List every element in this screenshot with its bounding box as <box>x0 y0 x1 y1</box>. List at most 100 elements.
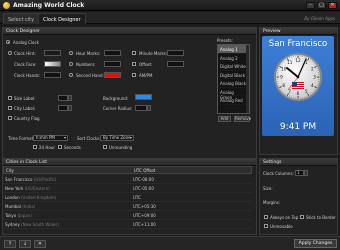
utc-offset: UTC+09:00 <box>133 213 156 218</box>
tab-clock-designer[interactable]: Clock Designer <box>38 13 86 24</box>
time-format-label: Time Format: <box>8 136 35 141</box>
utc-offset: UTC+11:00 <box>133 222 156 227</box>
tab-select-city[interactable]: Select city <box>3 13 40 24</box>
clock-hint-label: Clock Hint: <box>14 51 36 56</box>
move-up-button[interactable]: ↑ <box>4 240 16 248</box>
table-row[interactable]: Sydney (New South Wales) UTC+11:00 <box>3 220 252 229</box>
second-hand-radio[interactable] <box>69 73 73 77</box>
numbers-radio[interactable] <box>69 62 73 66</box>
presets-list[interactable]: Analog 1 Analog 2 Digital White Digital … <box>217 44 250 114</box>
clock-designer-header: Clock Designer <box>3 28 256 35</box>
preset-item[interactable]: Analog Black <box>218 79 249 88</box>
clock-hint-swatch[interactable] <box>44 50 61 56</box>
corner-radius-field[interactable] <box>135 105 147 111</box>
flag-stripe <box>292 86 304 87</box>
utc-offset: UTC-05:00 <box>133 186 154 191</box>
clock-columns-label: Clock Columns: <box>263 171 294 176</box>
background-swatch[interactable] <box>135 94 152 100</box>
ampm-checkbox[interactable] <box>132 73 136 77</box>
hour-marks-swatch[interactable] <box>104 50 121 56</box>
utc-offset: UTC-08:00 <box>133 177 154 182</box>
unmovable-checkbox[interactable] <box>264 224 268 228</box>
clock-hands-label: Clock Hands: <box>14 73 41 78</box>
preset-item[interactable]: Analog Red <box>218 96 249 105</box>
preset-item[interactable]: Analog Green <box>218 88 249 100</box>
minimize-button[interactable]: – <box>306 2 315 9</box>
clock-columns-field[interactable]: 1 <box>295 170 304 176</box>
clock-number: 7 <box>288 89 291 94</box>
ampm-label: AM/PM <box>139 73 153 78</box>
table-row[interactable]: New York (US/Eastern) UTC-05:00 <box>3 184 252 193</box>
column-header-utc-offset[interactable]: UTC Offset <box>134 168 155 173</box>
move-down-button[interactable]: ↓ <box>19 240 31 248</box>
table-row[interactable]: Mumbai (India) UTC+05:30 <box>3 202 252 211</box>
presets-scrollbar[interactable] <box>246 45 249 113</box>
hour-marks-radio[interactable] <box>69 51 73 55</box>
sort-clocks-value: By Time Zone <box>103 135 131 140</box>
offset-checkbox[interactable] <box>132 62 136 66</box>
remove-city-button[interactable]: ✕ <box>34 240 46 248</box>
stick-to-border-checkbox[interactable] <box>300 215 304 219</box>
analog-clock-radio[interactable] <box>6 40 10 44</box>
minute-marks-label: Minute Marks: <box>139 51 168 56</box>
size-label-checkbox[interactable] <box>8 96 12 100</box>
second-hand-swatch[interactable] <box>104 72 121 78</box>
country-flag-label: Country Flag <box>14 116 40 121</box>
numbers-swatch[interactable] <box>104 61 121 67</box>
table-row[interactable]: Tokyo (Japan) UTC+09:00 <box>3 211 252 220</box>
size-label-field[interactable] <box>58 95 68 101</box>
minute-marks-checkbox[interactable] <box>132 51 136 55</box>
seconds-checkbox[interactable] <box>58 145 62 149</box>
clock-number: 5 <box>305 89 308 94</box>
utc-offset: UTC+05:30 <box>133 204 156 209</box>
analog-clock-face: 12 1234567891011 <box>274 53 322 101</box>
city-name: London (United Kingdom) <box>5 195 57 200</box>
add-preset-button[interactable]: Add <box>218 116 231 122</box>
city-name: Mumbai (India) <box>5 204 36 209</box>
sort-clocks-select[interactable]: By Time Zone <box>100 135 134 141</box>
close-button[interactable]: ✕ <box>328 2 337 9</box>
preset-item[interactable]: Analog 2 <box>218 54 249 62</box>
hour-marks-label: Hour Marks: <box>76 51 101 56</box>
column-header-city[interactable]: City <box>6 168 14 173</box>
clock-app-icon <box>3 2 10 9</box>
clock-number: 4 <box>311 83 314 88</box>
clock-hands-swatch[interactable] <box>44 72 61 78</box>
cities-header: Cities in Clock List <box>3 159 256 166</box>
apply-changes-button[interactable]: Apply Changes <box>294 239 337 248</box>
city-label-spinner[interactable] <box>68 105 72 111</box>
corner-radius-spinner[interactable] <box>147 105 151 111</box>
clock-number: 11 <box>287 60 293 65</box>
city-label-field[interactable] <box>58 105 68 111</box>
time-format-select[interactable]: h:mm PM <box>33 135 68 141</box>
city-name: San Francisco (US/Pacific) <box>5 177 57 182</box>
city-label-checkbox[interactable] <box>8 106 12 110</box>
window-title: Amazing World Clock <box>13 2 85 9</box>
offset-swatch[interactable] <box>167 61 184 67</box>
margins-label: Margins: <box>263 200 281 205</box>
table-row[interactable]: London (United Kingdom) UTC <box>3 193 252 202</box>
chevron-down-icon <box>130 137 132 139</box>
preset-item[interactable]: Digital Black <box>218 71 249 79</box>
table-row[interactable]: San Francisco (US/Pacific) UTC-08:00 <box>3 175 252 184</box>
maximize-button[interactable]: □ <box>317 2 326 9</box>
window-controls: – □ ✕ <box>306 2 337 9</box>
24-hour-checkbox[interactable] <box>33 145 37 149</box>
clock-columns-spinner[interactable] <box>304 170 308 176</box>
country-flag-checkbox[interactable] <box>8 116 12 120</box>
settings-header: Settings <box>260 159 337 166</box>
numbers-label: Numbers: <box>76 62 96 67</box>
remove-preset-button[interactable]: Remove <box>234 116 251 122</box>
always-on-top-checkbox[interactable] <box>264 215 268 219</box>
seconds-label: Seconds <box>64 145 81 150</box>
preset-item[interactable]: Digital White <box>218 62 249 71</box>
minute-marks-swatch[interactable] <box>167 50 184 56</box>
clock-hint-radio[interactable] <box>8 51 12 55</box>
preview-header: Preview <box>260 28 337 35</box>
preset-item[interactable]: Analog 1 <box>218 45 249 54</box>
clock-face-swatch[interactable] <box>44 61 61 67</box>
clock-number: 3 <box>313 75 316 80</box>
cities-table-header: City UTC Offset <box>3 166 252 174</box>
size-label-spinner[interactable] <box>68 95 72 101</box>
unrounding-checkbox[interactable] <box>103 145 107 149</box>
